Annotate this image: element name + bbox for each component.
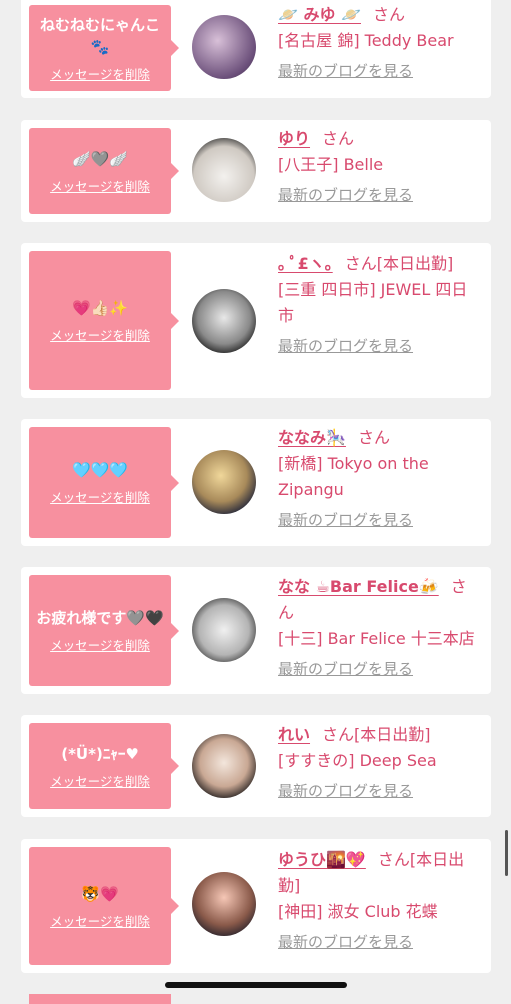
cast-info: ななみ🎠 さん [新橋] Tokyo on the Zipangu 最新のブログを… [278, 425, 481, 533]
name-line: ゆうひ🌇💖 さん[本日出勤] [278, 847, 481, 899]
message-text: 🐯💗 [81, 884, 119, 903]
message-card: (*Ü*)ﾆｬｰ♥ メッセージを削除 れい さん[本日出勤] [すすきの] Dee… [21, 715, 491, 817]
cast-info: 🪐 みゆ 🪐 さん [名古屋 錦] Teddy Bear 最新のブログを見る [278, 2, 481, 84]
san-suffix: さん [373, 5, 406, 24]
san-suffix: さん [357, 428, 390, 447]
name-line: れい さん[本日出勤] [278, 722, 481, 748]
shop-name: [神田] 淑女 Club 花蝶 [278, 902, 438, 921]
message-text: 🪽🩶🪽 [71, 149, 129, 168]
message-bubble: お疲れ様です🩶🖤 メッセージを削除 [29, 575, 179, 686]
cast-name-link[interactable]: なな ☕Bar Felice🍻 [278, 577, 439, 596]
avatar[interactable] [192, 289, 256, 353]
delete-message-link[interactable]: メッセージを削除 [50, 176, 150, 195]
message-text: (*Ü*)ﾆｬｰ♥ [61, 744, 139, 763]
message-bubble: 🩵🩵🩵 メッセージを削除 [29, 427, 179, 538]
name-line: なな ☕Bar Felice🍻 さん [278, 574, 481, 626]
cast-info: れい さん[本日出勤] [すすきの] Deep Sea 最新のブログを見る [278, 722, 481, 804]
message-bubble: ねむねむにゃんこ🐾 メッセージを削除 [29, 5, 179, 91]
latest-blog-link[interactable]: 最新のブログを見る [278, 778, 413, 804]
message-card: 🪽🩶🪽 メッセージを削除 ゆり さん [八王子] Belle 最新のブログを見る [21, 120, 491, 222]
cast-name-link[interactable]: ｡ ﾟ£ヽ｡ [278, 254, 333, 273]
home-indicator[interactable] [165, 982, 347, 988]
message-card: 🐯💗 メッセージを削除 ゆうひ🌇💖 さん[本日出勤] [神田] 淑女 Club 花… [21, 839, 491, 973]
delete-message-link[interactable]: メッセージを削除 [50, 771, 150, 790]
message-text: ねむねむにゃんこ🐾 [39, 15, 160, 56]
delete-message-link[interactable]: メッセージを削除 [50, 64, 150, 83]
shop-name: [三重 四日市] JEWEL 四日市 [278, 280, 468, 325]
cast-name-link[interactable]: ゆうひ🌇💖 [278, 850, 366, 869]
name-line: ななみ🎠 さん [278, 425, 481, 451]
work-status: [本日出勤] [376, 254, 454, 273]
san-suffix: さん [322, 129, 355, 148]
san-suffix: さん [377, 850, 410, 869]
work-status: [本日出勤] [354, 725, 431, 744]
avatar[interactable] [192, 872, 256, 936]
message-card: ねむねむにゃんこ🐾 メッセージを削除 🪐 みゆ 🪐 さん [名古屋 錦] Tedd… [21, 0, 491, 98]
scroll-indicator[interactable] [505, 830, 508, 876]
delete-message-link[interactable]: メッセージを削除 [50, 911, 150, 930]
next-message-bubble [29, 994, 171, 1004]
message-card: 💗👍🏻✨ メッセージを削除 ｡ ﾟ£ヽ｡ さん[本日出勤] [三重 四日市] JE… [21, 243, 491, 398]
cast-name-link[interactable]: 🪐 みゆ 🪐 [278, 5, 361, 24]
shop-name: [新橋] Tokyo on the Zipangu [278, 454, 429, 499]
cast-info: なな ☕Bar Felice🍻 さん [十三] Bar Felice 十三本店 最… [278, 574, 481, 682]
avatar[interactable] [192, 450, 256, 514]
san-suffix: さん [344, 254, 377, 273]
name-line: ゆり さん [278, 126, 481, 152]
delete-message-link[interactable]: メッセージを削除 [50, 487, 150, 506]
message-text: お疲れ様です🩶🖤 [36, 609, 164, 627]
latest-blog-link[interactable]: 最新のブログを見る [278, 656, 413, 682]
cast-name-link[interactable]: ななみ🎠 [278, 428, 346, 447]
san-suffix: さん [322, 725, 355, 744]
name-line: 🪐 みゆ 🪐 さん [278, 2, 481, 28]
latest-blog-link[interactable]: 最新のブログを見る [278, 333, 413, 359]
latest-blog-link[interactable]: 最新のブログを見る [278, 58, 413, 84]
latest-blog-link[interactable]: 最新のブログを見る [278, 182, 413, 208]
cast-name-link[interactable]: ゆり [278, 129, 310, 148]
cast-info: ゆうひ🌇💖 さん[本日出勤] [神田] 淑女 Club 花蝶 最新のブログを見る [278, 847, 481, 955]
latest-blog-link[interactable]: 最新のブログを見る [278, 507, 413, 533]
avatar[interactable] [192, 138, 256, 202]
avatar[interactable] [192, 734, 256, 798]
cast-info: ｡ ﾟ£ヽ｡ さん[本日出勤] [三重 四日市] JEWEL 四日市 最新のブログ… [278, 251, 481, 359]
delete-message-link[interactable]: メッセージを削除 [50, 635, 150, 654]
message-card: お疲れ様です🩶🖤 メッセージを削除 なな ☕Bar Felice🍻 さん [十三]… [21, 567, 491, 694]
message-bubble: 💗👍🏻✨ メッセージを削除 [29, 251, 179, 390]
avatar[interactable] [192, 15, 256, 79]
message-text: 🩵🩵🩵 [71, 461, 129, 479]
message-bubble: 🐯💗 メッセージを削除 [29, 847, 179, 965]
message-text: 💗👍🏻✨ [71, 299, 129, 317]
shop-name: [名古屋 錦] Teddy Bear [278, 31, 454, 50]
delete-message-link[interactable]: メッセージを削除 [50, 325, 150, 344]
message-bubble: 🪽🩶🪽 メッセージを削除 [29, 128, 179, 214]
cast-name-link[interactable]: れい [278, 725, 310, 744]
shop-name: [十三] Bar Felice 十三本店 [278, 629, 475, 648]
message-bubble: (*Ü*)ﾆｬｰ♥ メッセージを削除 [29, 723, 179, 809]
latest-blog-link[interactable]: 最新のブログを見る [278, 929, 413, 955]
message-card: 🩵🩵🩵 メッセージを削除 ななみ🎠 さん [新橋] Tokyo on the Zi… [21, 419, 491, 546]
shop-name: [すすきの] Deep Sea [278, 751, 437, 770]
avatar[interactable] [192, 598, 256, 662]
cast-info: ゆり さん [八王子] Belle 最新のブログを見る [278, 126, 481, 208]
name-line: ｡ ﾟ£ヽ｡ さん[本日出勤] [278, 251, 481, 277]
shop-name: [八王子] Belle [278, 155, 384, 174]
